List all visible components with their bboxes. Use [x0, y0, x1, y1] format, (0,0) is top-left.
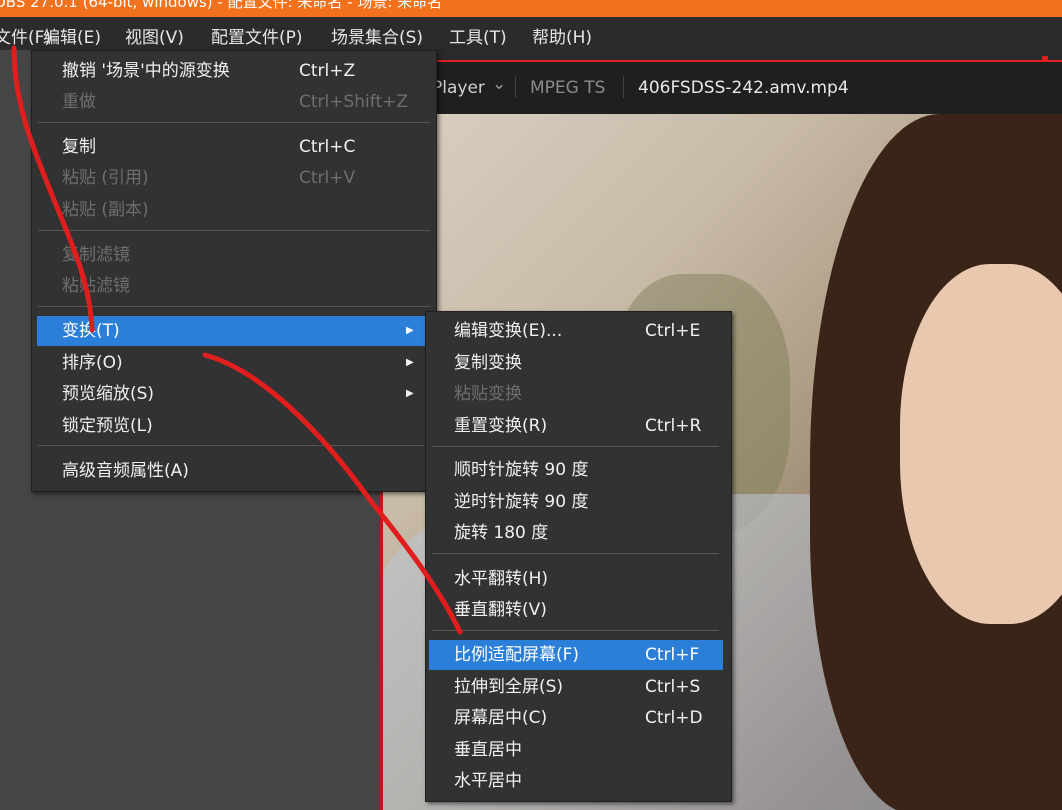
menu-item-center-horizontally[interactable]: 水平居中 [426, 766, 731, 796]
menu-item-flip-vertical[interactable]: 垂直翻转(V) [426, 595, 731, 625]
menu-separator [38, 445, 430, 446]
submenu-arrow-icon: ▶ [406, 325, 414, 336]
window-title-bar: OBS 27.0.1 (64-bit, windows) - 配置文件: 未命名… [0, 0, 1062, 17]
menu-item-redo[interactable]: 重做 Ctrl+Shift+Z [32, 87, 436, 117]
edit-menu: 撤销 '场景'中的源变换 Ctrl+Z 重做 Ctrl+Shift+Z 复制 C… [31, 50, 437, 492]
player-label[interactable]: Player [432, 78, 485, 98]
menu-item-edit-transform[interactable]: 编辑变换(E)... Ctrl+E [426, 316, 731, 346]
menu-item-transform[interactable]: 变换(T) ▶ [37, 316, 425, 346]
divider [623, 76, 624, 98]
menu-bar: 文件(F) 编辑(E) 视图(V) 配置文件(P) 场景集合(S) 工具(T) … [0, 17, 1062, 50]
menu-separator [432, 446, 719, 447]
menu-scene-collection[interactable]: 场景集合(S) [331, 23, 423, 48]
chevron-down-icon[interactable]: ⌄ [492, 74, 506, 94]
menu-separator [432, 630, 719, 631]
menu-item-center-to-screen[interactable]: 屏幕居中(C) Ctrl+D [426, 703, 731, 733]
menu-item-paste-reference[interactable]: 粘贴 (引用) Ctrl+V [32, 163, 436, 193]
menu-item-lock-preview[interactable]: 锁定预览(L) [32, 411, 436, 441]
menu-separator [38, 122, 430, 123]
menu-item-rotate-cw-90[interactable]: 顺时针旋转 90 度 [426, 455, 731, 485]
menu-edit[interactable]: 编辑(E) [43, 23, 101, 48]
menu-item-copy-transform[interactable]: 复制变换 [426, 348, 731, 378]
submenu-arrow-icon: ▶ [406, 388, 414, 399]
menu-item-paste-duplicate[interactable]: 粘贴 (副本) [32, 195, 436, 225]
menu-item-reset-transform[interactable]: 重置变换(R) Ctrl+R [426, 411, 731, 441]
menu-profile[interactable]: 配置文件(P) [211, 23, 303, 48]
menu-separator [38, 306, 430, 307]
menu-tools[interactable]: 工具(T) [449, 23, 507, 48]
menu-item-center-vertically[interactable]: 垂直居中 [426, 735, 731, 765]
menu-item-stretch-to-screen[interactable]: 拉伸到全屏(S) Ctrl+S [426, 672, 731, 702]
menu-item-rotate-ccw-90[interactable]: 逆时针旋转 90 度 [426, 487, 731, 517]
menu-item-paste-transform[interactable]: 粘贴变换 [426, 379, 731, 409]
selection-edge [432, 60, 1062, 62]
face-shape [900, 264, 1062, 624]
window-title: OBS 27.0.1 (64-bit, windows) - 配置文件: 未命名… [0, 0, 443, 11]
menu-item-advanced-audio[interactable]: 高级音频属性(A) [32, 456, 436, 486]
menu-view[interactable]: 视图(V) [125, 23, 184, 48]
menu-item-copy[interactable]: 复制 Ctrl+C [32, 132, 436, 162]
submenu-arrow-icon: ▶ [406, 357, 414, 368]
menu-separator [432, 553, 719, 554]
menu-item-copy-filters[interactable]: 复制滤镜 [32, 240, 436, 270]
menu-item-rotate-180[interactable]: 旋转 180 度 [426, 518, 731, 548]
selection-handle[interactable] [1042, 56, 1048, 62]
menu-separator [38, 230, 430, 231]
menu-help[interactable]: 帮助(H) [532, 23, 592, 48]
menu-item-fit-to-screen[interactable]: 比例适配屏幕(F) Ctrl+F [429, 640, 723, 670]
source-toolbar: Player ⌄ MPEG TS 406FSDSS-242.amv.mp4 [380, 56, 1062, 114]
menu-item-paste-filters[interactable]: 粘贴滤镜 [32, 271, 436, 301]
format-label: MPEG TS [530, 78, 606, 98]
menu-item-flip-horizontal[interactable]: 水平翻转(H) [426, 564, 731, 594]
menu-item-order[interactable]: 排序(O) ▶ [32, 348, 436, 378]
file-name: 406FSDSS-242.amv.mp4 [638, 78, 849, 98]
divider [515, 76, 516, 98]
transform-submenu: 编辑变换(E)... Ctrl+E 复制变换 粘贴变换 重置变换(R) Ctrl… [425, 311, 732, 802]
menu-item-preview-scaling[interactable]: 预览缩放(S) ▶ [32, 379, 436, 409]
menu-item-undo[interactable]: 撤销 '场景'中的源变换 Ctrl+Z [32, 56, 436, 86]
